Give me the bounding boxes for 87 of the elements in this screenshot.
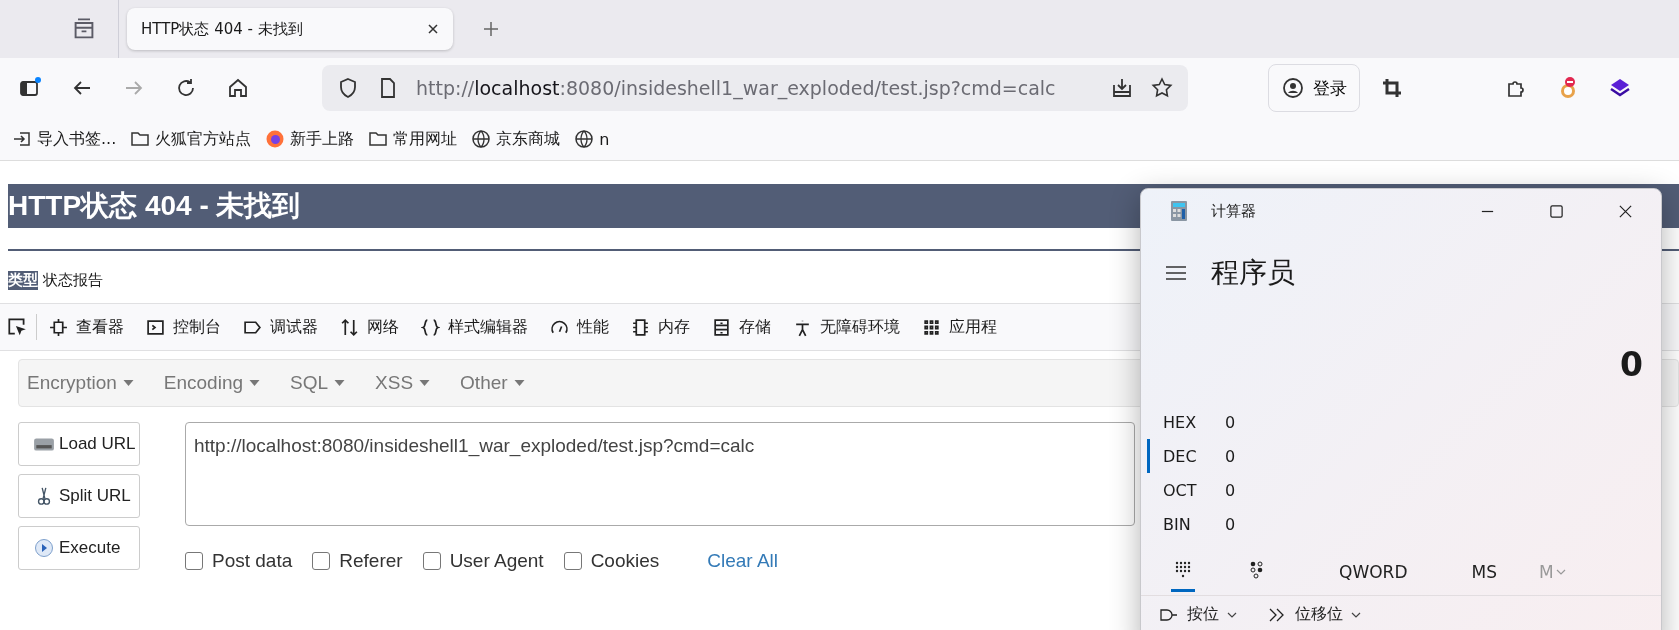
split-url-button[interactable]: Split URL <box>18 474 140 518</box>
execute-button[interactable]: Execute <box>18 526 140 570</box>
devtools-tab[interactable]: 无障碍环境 <box>793 316 900 338</box>
application-icon <box>922 317 941 337</box>
maximize-icon[interactable] <box>1549 203 1564 219</box>
style-icon <box>421 317 440 337</box>
caret-icon <box>334 380 346 386</box>
bookmark-item[interactable]: 新手上路 <box>265 128 355 150</box>
calculator-icon <box>1171 201 1187 221</box>
chevron-icon <box>1351 611 1361 618</box>
devtools-tab[interactable]: 调试器 <box>243 316 318 338</box>
dropdown-menu[interactable]: Encryption <box>27 372 134 394</box>
chevron-icon <box>1555 569 1566 575</box>
dropdown-menu[interactable]: XSS <box>375 372 431 394</box>
home-icon[interactable] <box>226 76 250 100</box>
download-icon[interactable] <box>1110 76 1134 100</box>
logic-gate-icon <box>1159 606 1179 623</box>
crop-icon[interactable] <box>1380 76 1404 100</box>
radix-row[interactable]: HEX 0 <box>1141 405 1661 439</box>
checkbox[interactable] <box>185 552 203 570</box>
memory-store-button[interactable]: MS <box>1471 562 1497 582</box>
devtools-tab[interactable]: 查看器 <box>49 316 124 338</box>
folder-icon <box>368 129 389 149</box>
devtools-tab[interactable]: 存储 <box>712 316 771 338</box>
window-title: 计算器 <box>1211 201 1257 221</box>
checkbox[interactable] <box>563 552 582 570</box>
dropdown-menu[interactable]: SQL <box>290 372 346 394</box>
devtools-tab[interactable]: 样式编辑器 <box>421 316 528 338</box>
type-value: 状态报告 <box>43 270 103 290</box>
word-size-button[interactable]: QWORD <box>1339 562 1408 582</box>
chevron-icon <box>1227 611 1237 618</box>
play-icon <box>33 538 55 558</box>
checkbox[interactable] <box>312 552 331 570</box>
devtools-tab[interactable]: 性能 <box>550 316 609 338</box>
console-icon <box>146 317 165 337</box>
globe-icon <box>471 129 492 149</box>
caret-icon <box>419 380 431 386</box>
new-tab-icon[interactable] <box>483 21 499 37</box>
option-checkbox[interactable]: Cookies <box>563 550 660 572</box>
storage-icon <box>712 317 731 337</box>
bookmark-item[interactable]: 常用网址 <box>368 128 458 150</box>
memory-icon <box>631 317 650 337</box>
bookmark-item[interactable]: 导入书签... <box>12 128 117 150</box>
picker-icon[interactable] <box>6 316 28 338</box>
network-icon <box>340 317 359 337</box>
dropdown-menu[interactable]: Encoding <box>163 372 260 394</box>
bit-menu[interactable]: 按位 <box>1159 604 1237 625</box>
calculator-display: 0 <box>1619 345 1644 386</box>
bit-toggle-icon <box>1249 560 1265 581</box>
bookmark-item[interactable]: 京东商城 <box>471 128 561 150</box>
browser-tab[interactable]: HTTP状态 404 - 未找到 <box>127 8 453 50</box>
caret-icon <box>122 380 134 386</box>
option-checkbox[interactable]: Post data <box>185 550 293 572</box>
devtools-tab[interactable]: 内存 <box>631 316 690 338</box>
checkbox[interactable] <box>422 552 441 570</box>
globe-icon <box>574 129 595 149</box>
devtools-tab[interactable]: 控制台 <box>146 316 221 338</box>
caret-icon <box>513 380 525 386</box>
clear-all-link[interactable]: Clear All <box>707 550 779 572</box>
radix-row[interactable]: OCT 0 <box>1141 473 1661 507</box>
browser-logo-icon <box>265 129 286 149</box>
caret-icon <box>249 380 260 386</box>
mode-title: 程序员 <box>1211 255 1295 291</box>
address-bar[interactable]: http://localhost:8080/insideshell1_war_exploded/test.jsp?cmd=calc <box>322 65 1188 111</box>
inspector-icon <box>49 317 68 337</box>
bookmark-item[interactable]: 火狐官方站点 <box>130 128 252 150</box>
radix-row[interactable]: BIN 0 <box>1141 507 1661 541</box>
url-textarea[interactable]: http://localhost:8080/insideshell1_war_exploded/test.jsp?cmd=calc <box>185 422 1135 526</box>
tab-groups-icon[interactable] <box>72 17 96 41</box>
bookmark-item[interactable]: n <box>574 129 610 149</box>
load-url-button[interactable]: Load URL <box>18 422 140 466</box>
close-icon[interactable] <box>427 23 439 35</box>
import-icon <box>12 129 32 149</box>
option-checkbox[interactable]: Referer <box>312 550 403 572</box>
dropdown-menu[interactable]: Other <box>460 372 525 394</box>
close-icon[interactable] <box>1618 203 1633 219</box>
bit-menu[interactable]: 位移位 <box>1267 604 1361 625</box>
devtools-tab[interactable]: 网络 <box>340 316 399 338</box>
devtools-tab[interactable]: 应用程 <box>922 316 997 338</box>
menu-icon[interactable] <box>1165 265 1187 281</box>
option-checkbox[interactable]: User Agent <box>422 550 544 572</box>
radix-row[interactable]: DEC 0 <box>1147 439 1661 473</box>
account-icon <box>1281 76 1305 100</box>
type-label: 类型 <box>8 270 38 290</box>
folder-icon <box>130 129 151 149</box>
login-button[interactable]: 登录 <box>1268 64 1360 112</box>
star-icon[interactable] <box>1150 76 1174 100</box>
